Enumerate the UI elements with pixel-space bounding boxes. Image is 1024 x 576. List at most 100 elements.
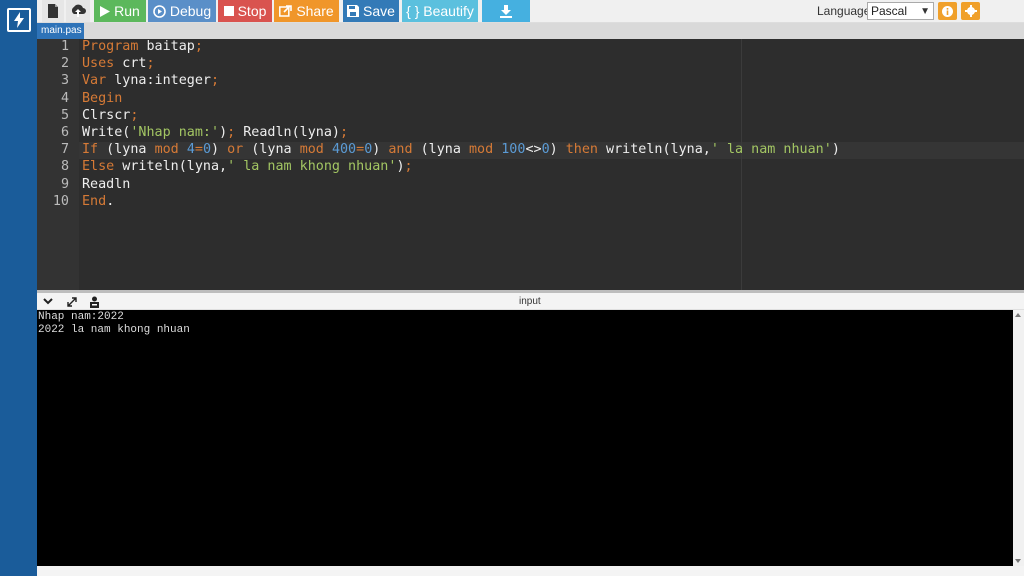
stop-label: Stop [237,3,267,19]
debug-button[interactable]: Debug [148,0,216,22]
code-token: ) [372,142,389,158]
output-terminal[interactable]: Nhap nam:2022 2022 la nam khong nhuan [37,310,1013,566]
code-token: ) [396,159,405,175]
code-token: ' la nam khong nhuan' [227,159,397,175]
code-token: 0 [541,142,550,158]
code-token: ' la nam nhuan' [710,142,832,158]
code-token: ; [404,159,413,175]
scroll-down-icon[interactable] [1015,559,1021,563]
scroll-up-icon[interactable] [1015,313,1021,317]
line-number: 7 [60,142,69,158]
new-file-button[interactable] [42,0,64,22]
terminal-line: 2022 la nam khong nhuan [38,324,190,336]
share-label: Share [296,3,334,19]
line-number: 9 [60,176,69,192]
code-token: ; [211,73,220,89]
code-line: Write('Nhap nam:'); Readln(lyna); [82,125,348,140]
print-margin [741,39,742,290]
code-token: ) [219,125,228,140]
collapse-chevron-icon[interactable] [41,295,55,308]
gear-icon [964,5,977,17]
code-token: mod [154,142,179,158]
save-label: Save [363,3,395,19]
language-label: Language [817,4,871,18]
save-button[interactable]: Save [343,0,399,22]
code-token: = [356,142,365,158]
code-token: crt [114,56,147,72]
download-icon [500,4,512,18]
info-button[interactable] [938,2,957,20]
code-editor[interactable]: 1 2 3 4 5 6 7 8 9 10 Program baitap; Uses crt; Var … [37,39,1024,290]
code-token: Var [82,73,107,89]
code-token: ; [194,39,203,54]
language-select[interactable]: Pascal ▼ [867,2,934,20]
terminal-user-icon[interactable] [87,295,101,308]
code-token: Begin [82,90,123,106]
code-token: then [565,142,598,158]
code-token: Program [82,39,139,54]
code-token: ) [211,142,228,158]
code-token: lyna:integer [106,73,211,89]
upload-button[interactable] [66,0,90,22]
expand-arrows-icon[interactable] [65,295,79,308]
info-icon [942,5,953,17]
code-token: <> [525,142,542,158]
stop-button[interactable]: Stop [218,0,272,22]
line-number: 5 [60,107,69,123]
code-token: Clrscr [82,107,131,123]
io-label: input [519,296,541,307]
code-token: ) [831,142,840,158]
code-line: Program baitap; [82,39,203,54]
code-token: ; [146,56,155,72]
code-line: End. [82,194,114,209]
code-token: Uses [82,56,115,72]
beautify-button[interactable]: { } Beautify [402,0,478,22]
code-token: Readln [82,176,131,192]
code-token: ; [227,125,236,140]
code-token: ; [130,107,139,123]
terminal-line: Nhap nam:2022 [38,311,124,323]
line-number: 3 [60,73,69,89]
run-label: Run [114,3,140,19]
code-token: mod [469,142,494,158]
debug-icon [153,4,166,18]
chevron-down-icon: ▼ [920,6,930,17]
line-number: 6 [60,125,69,140]
code-line: Clrscr; [82,108,138,123]
app-logo-icon[interactable] [7,8,31,32]
code-token: writeln(lyna, [114,159,228,175]
code-token: baitap [138,39,195,54]
settings-button[interactable] [961,2,980,20]
code-token: 0 [202,142,211,158]
terminal-scrollbar[interactable] [1013,310,1024,566]
code-line: If (lyna mod 4=0) or (lyna mod 400=0) an… [82,142,840,157]
download-button[interactable] [482,0,530,22]
code-token: ; [340,125,349,140]
debug-label: Debug [169,3,212,19]
code-token: mod [299,142,324,158]
new-file-icon [48,4,58,18]
share-icon [279,5,293,17]
code-token: 100 [501,142,526,158]
code-token: Readln(lyna) [235,125,340,140]
code-token: (lyna [98,142,155,158]
line-number: 4 [60,90,69,106]
tab-main-pas[interactable]: main.pas [37,23,84,39]
code-token: (lyna [243,142,300,158]
code-line: Uses crt; [82,56,155,71]
code-token: writeln(lyna, [598,142,711,158]
share-button[interactable]: Share [274,0,339,22]
language-value: Pascal [871,4,908,18]
save-icon [347,5,360,17]
code-line: Begin [82,91,122,106]
code-line: Else writeln(lyna,' la nam khong nhuan')… [82,159,413,174]
code-token: 4 [186,142,195,158]
play-icon [100,5,111,17]
code-token: End [82,193,107,209]
code-token: Write( [82,125,131,140]
run-button[interactable]: Run [94,0,146,22]
code-token: (lyna [412,142,469,158]
code-token: . [106,193,115,209]
